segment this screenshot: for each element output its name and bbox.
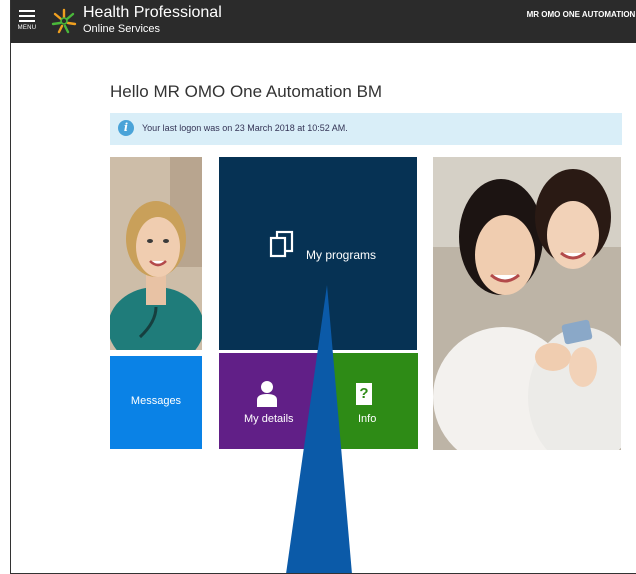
brand-subtitle: Online Services bbox=[83, 23, 161, 35]
nurse-photo-illustration bbox=[110, 157, 202, 350]
top-navigation-bar: MENU Health Professional Online Services… bbox=[11, 0, 636, 43]
menu-label: MENU bbox=[17, 25, 37, 31]
hamburger-icon bbox=[19, 10, 35, 12]
user-name[interactable]: MR OMO ONE AUTOMATION BM bbox=[527, 10, 636, 19]
messages-label: Messages bbox=[130, 395, 182, 407]
info-icon: i bbox=[118, 120, 134, 136]
students-photo bbox=[433, 157, 621, 450]
messages-tile[interactable]: Messages bbox=[110, 356, 202, 449]
last-logon-text: Your last logon was on 23 March 2018 at … bbox=[142, 123, 348, 133]
last-logon-notice: i Your last logon was on 23 March 2018 a… bbox=[110, 113, 622, 145]
menu-button[interactable]: MENU bbox=[13, 4, 41, 40]
greeting-heading: Hello MR OMO One Automation BM bbox=[110, 82, 383, 101]
browser-viewport: MENU Health Professional Online Services… bbox=[10, 0, 636, 574]
health-logo-icon[interactable] bbox=[51, 8, 77, 34]
students-photo-illustration bbox=[433, 157, 621, 450]
health-professional-photo bbox=[110, 157, 202, 350]
copy-pages-icon bbox=[269, 230, 294, 258]
my-programs-label: My programs bbox=[306, 248, 377, 262]
callout-arrow bbox=[286, 285, 352, 573]
site-brand[interactable]: Health Professional Online Services bbox=[83, 5, 222, 35]
brand-title: Health Professional bbox=[83, 4, 222, 21]
